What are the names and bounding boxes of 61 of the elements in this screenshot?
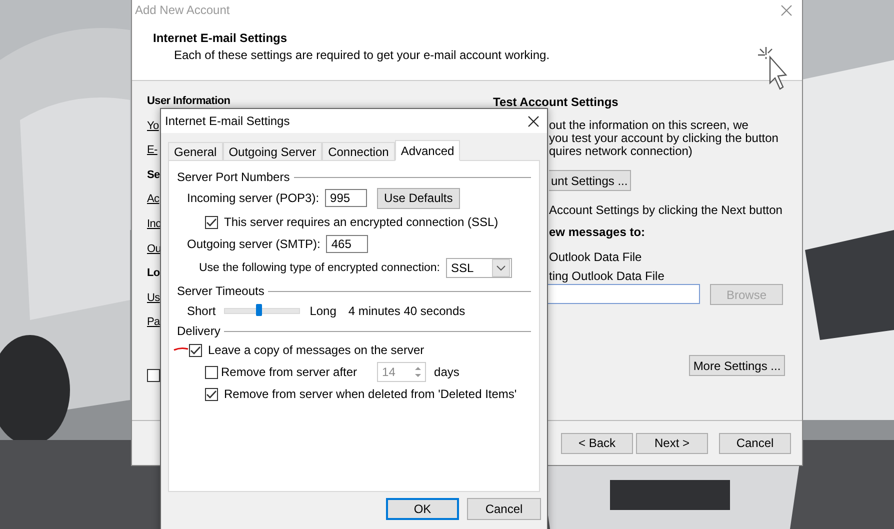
field-label: Pa [147, 316, 160, 330]
header-subtitle: Each of these settings are required to get your e-mail account working. [173, 48, 550, 62]
close-icon[interactable] [528, 116, 539, 126]
path-field[interactable] [548, 284, 700, 304]
option-label: ting Outlook Data File [549, 269, 666, 283]
group-label: Server Timeouts [177, 284, 264, 298]
group-label: Delivery [177, 324, 220, 338]
dialog-button[interactable]: Cancel [467, 498, 541, 520]
timeout-reading: 4 minutes 40 seconds [348, 304, 466, 318]
section-heading: Se [147, 168, 160, 182]
dialog-button[interactable]: OK [386, 498, 459, 520]
option-label: Account Settings by clicking the Next button [549, 203, 784, 217]
checkbox[interactable] [147, 368, 160, 382]
encryption-dropdown[interactable]: SSL [446, 258, 512, 278]
caret-icon [492, 259, 510, 277]
section-heading: ew messages to: [549, 225, 646, 239]
dialog-title: Internet E-mail Settings [165, 114, 290, 128]
field-label: Use the following type of encrypted connection: [199, 262, 440, 274]
more-settings-button[interactable]: More Settings ... [689, 355, 785, 376]
field-label: Inc [147, 218, 161, 231]
tab[interactable]: General [168, 142, 223, 161]
checkbox-label: Remove from server after [221, 365, 358, 379]
field-label: days [434, 365, 460, 379]
tab[interactable]: Advanced [394, 140, 460, 161]
section-heading: Lo [147, 267, 160, 280]
wizard-button[interactable]: < Back [561, 432, 633, 454]
description-text: quires network connection) [549, 145, 692, 158]
section-heading: User Information [147, 95, 230, 108]
test-settings-button[interactable]: unt Settings ... [549, 170, 631, 191]
option-label: Outlook Data File [549, 250, 643, 264]
slider-thumb[interactable] [256, 304, 262, 316]
wizard-button[interactable]: Cancel [719, 432, 791, 454]
annotation-stroke [173, 347, 189, 351]
header-title: Internet E-mail Settings [153, 31, 288, 45]
checkbox-label: Remove from server when deleted from 'Deleted Items' [224, 387, 517, 401]
days-spinner[interactable]: 14 [377, 362, 426, 382]
slider-label: Short [187, 304, 216, 318]
field-label: Yo [147, 120, 159, 133]
checkbox-label: Leave a copy of messages on the server [208, 343, 424, 357]
section-heading: Test Account Settings [493, 95, 620, 111]
tab[interactable]: Connection [322, 142, 395, 161]
checkbox-label: This server requires an encrypted connection (SSL) [224, 215, 498, 229]
wizard-button[interactable]: Next > [636, 432, 708, 454]
field-label: Incoming server (POP3): [187, 191, 320, 205]
field-label: Us [147, 292, 160, 305]
use-defaults-button[interactable]: Use Defaults [377, 188, 460, 208]
slider-label: Long [310, 304, 336, 318]
field-label: E- [147, 144, 158, 158]
port-field[interactable]: 465 [326, 235, 368, 253]
field-label: Outgoing server (SMTP): [187, 237, 320, 251]
group-label: Server Port Numbers [177, 170, 290, 184]
window-title: Add New Account [135, 3, 230, 17]
field-label: Ac [147, 193, 160, 206]
port-field[interactable]: 995 [325, 189, 368, 207]
checkbox[interactable] [189, 344, 202, 356]
tab[interactable]: Outgoing Server [222, 142, 322, 161]
description-text: you test your account by clicking the button [549, 132, 780, 145]
description-text: out the information on this screen, we [549, 119, 750, 132]
checkbox[interactable] [205, 216, 218, 228]
checkbox[interactable] [205, 366, 218, 378]
checkbox[interactable] [205, 388, 218, 400]
